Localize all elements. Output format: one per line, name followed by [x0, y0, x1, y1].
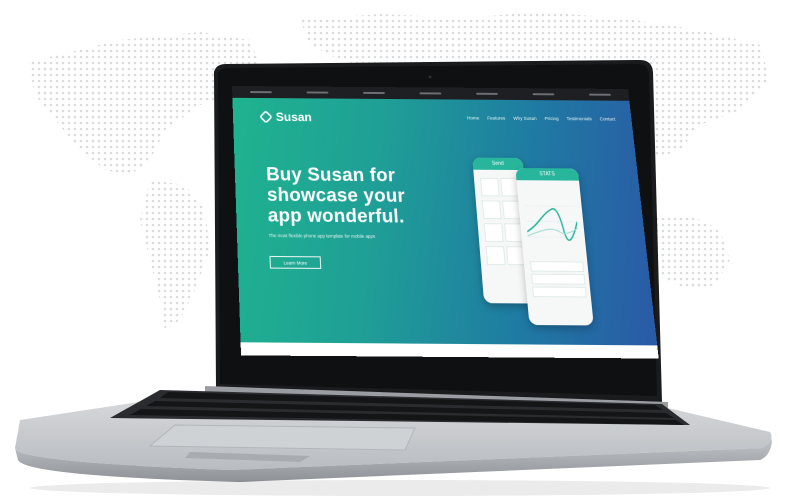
headline-line-1: Buy Susan for	[265, 163, 396, 186]
headline-line-2: showcase your	[266, 183, 406, 206]
hero-headline: Buy Susan for showcase your app wonderfu…	[265, 163, 407, 227]
brand-name: Susan	[275, 110, 313, 125]
phone-right-title: STATS	[515, 167, 580, 181]
hero-section: Susan Home Features Why Susan Pricing Te…	[232, 97, 658, 346]
stats-line-graph	[523, 190, 580, 253]
headline-line-3: app wonderful.	[267, 203, 406, 227]
brand-logo[interactable]: Susan	[259, 110, 313, 125]
phone-mockup-right: STATS	[515, 167, 594, 326]
main-nav: Home Features Why Susan Pricing Testimon…	[467, 115, 616, 121]
nav-features[interactable]: Features	[487, 116, 506, 121]
nav-pricing[interactable]: Pricing	[544, 116, 558, 121]
learn-more-button[interactable]: Learn More	[269, 255, 322, 269]
hero-subheadline: The most flexible phone app template for…	[268, 232, 376, 239]
nav-contact[interactable]: Contact	[599, 116, 615, 121]
hexagon-logo-icon	[259, 110, 273, 124]
laptop-screen: Susan Home Features Why Susan Pricing Te…	[232, 86, 659, 359]
phone-left-title: Send	[472, 157, 524, 171]
nav-testimonials[interactable]: Testimonials	[566, 116, 592, 121]
product-scene: Susan Home Features Why Susan Pricing Te…	[0, 0, 801, 500]
nav-home[interactable]: Home	[467, 115, 480, 120]
nav-why-susan[interactable]: Why Susan	[513, 116, 537, 121]
